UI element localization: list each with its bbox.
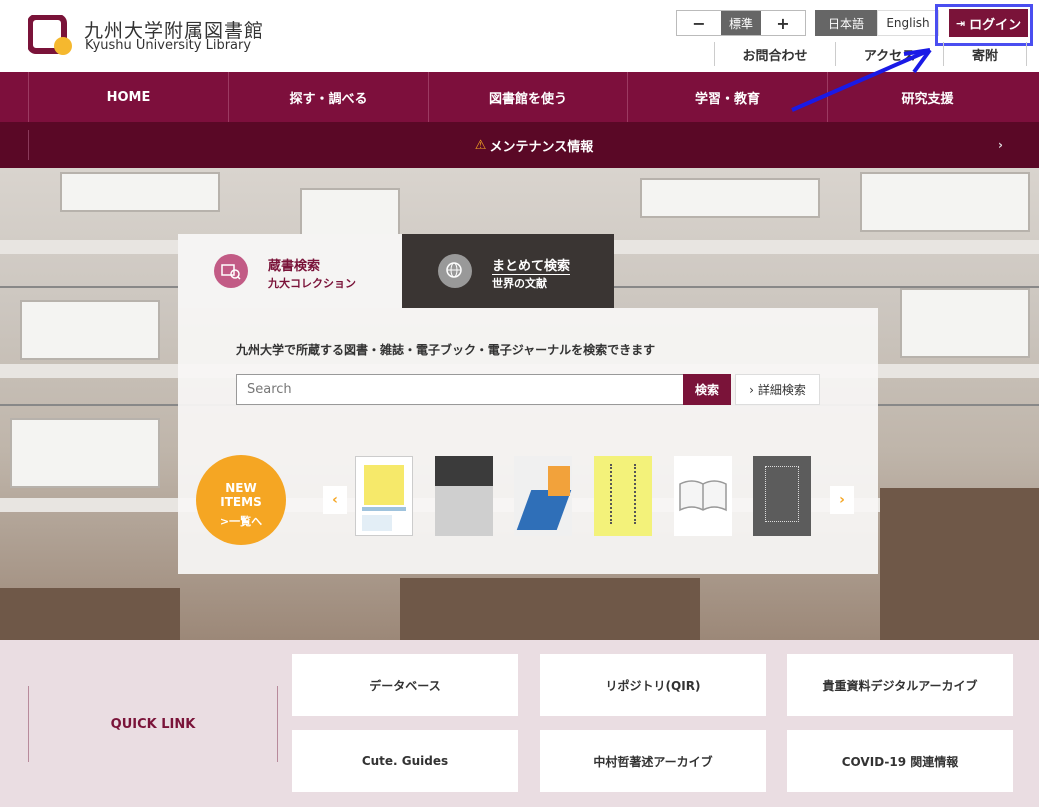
new-items-line1: NEW [225, 481, 257, 495]
advanced-search-button[interactable]: › 詳細検索 [735, 374, 820, 405]
warning-icon: ⚠ [474, 137, 487, 153]
book-placeholder-icon[interactable] [674, 456, 732, 536]
nav-search[interactable]: 探す・調べる [228, 72, 428, 122]
tab-catalog-search[interactable]: 蔵書検索 九大コレクション [178, 234, 402, 308]
new-items-list-link[interactable]: >一覧へ [196, 513, 286, 529]
search-input[interactable] [236, 374, 684, 405]
logo-title-en[interactable]: Kyushu University Library [85, 38, 251, 53]
annotation-arrow-icon [791, 48, 932, 112]
nav-use-library[interactable]: 図書館を使う [428, 72, 627, 122]
maintenance-label: メンテナンス情報 [489, 139, 594, 155]
search-button[interactable]: 検索 [683, 374, 731, 405]
language-switcher: 日本語 English [815, 10, 939, 36]
carousel-next-button[interactable]: › [830, 486, 854, 514]
search-description: 九州大学で所蔵する図書・雑誌・電子ブック・電子ジャーナルを検索できます [236, 343, 656, 357]
globe-search-icon [438, 254, 472, 288]
tab-catalog-subtitle: 九大コレクション [268, 277, 356, 290]
font-size-decrease-button[interactable]: − [677, 11, 721, 35]
quick-link-nakamura-archive[interactable]: 中村哲著述アーカイブ [540, 730, 766, 792]
lang-japanese-button[interactable]: 日本語 [815, 10, 877, 36]
book-cover[interactable] [594, 456, 652, 536]
quick-link-covid19[interactable]: COVID-19 関連情報 [787, 730, 1013, 792]
quick-link-digital-archive[interactable]: 貴重資料デジタルアーカイブ [787, 654, 1013, 716]
chevron-right-icon: › [998, 138, 1003, 152]
login-label: ログイン [969, 17, 1022, 33]
tab-discovery-subtitle: 世界の文献 [492, 277, 547, 290]
tab-catalog-title: 蔵書検索 [268, 259, 321, 274]
quick-link-repository[interactable]: リポジトリ(QIR) [540, 654, 766, 716]
maintenance-link[interactable]: ⚠ メンテナンス情報 › [28, 130, 1039, 160]
book-cover[interactable] [355, 456, 413, 536]
quick-link-label: QUICK LINK [28, 686, 278, 762]
font-size-increase-button[interactable]: + [761, 11, 805, 35]
book-cover[interactable] [753, 456, 811, 536]
maintenance-bar: ⚠ メンテナンス情報 › [0, 122, 1039, 168]
library-logo-icon[interactable] [28, 15, 72, 55]
login-button[interactable]: ⇥ ログイン [949, 9, 1028, 37]
quick-link-cute-guides[interactable]: Cute. Guides [292, 730, 518, 792]
font-size-standard-button[interactable]: 標準 [721, 11, 761, 35]
search-tabs: 蔵書検索 九大コレクション まとめて検索 世界の文献 [178, 234, 614, 308]
new-items-line2: ITEMS [220, 495, 262, 509]
font-size-controls: − 標準 + [676, 10, 806, 36]
new-items-badge[interactable]: NEW ITEMS >一覧へ [196, 455, 286, 545]
nav-home[interactable]: HOME [28, 72, 228, 122]
tab-discovery-title: まとめて検索 [492, 255, 571, 275]
book-cover[interactable] [435, 456, 493, 536]
quick-link-database[interactable]: データベース [292, 654, 518, 716]
advanced-search-label: 詳細検索 [757, 383, 806, 397]
carousel-prev-button[interactable]: ‹ [323, 486, 347, 514]
lang-english-button[interactable]: English [877, 10, 939, 36]
book-cover[interactable] [514, 456, 572, 536]
quick-link-section: QUICK LINK データベース リポジトリ(QIR) 貴重資料デジタルアーカ… [0, 640, 1039, 807]
login-icon: ⇥ [955, 16, 966, 30]
tab-discovery-search[interactable]: まとめて検索 世界の文献 [402, 234, 614, 308]
chevron-right-icon: › [749, 382, 754, 397]
donation-link[interactable]: 寄附 [943, 42, 1027, 66]
catalog-search-icon [214, 254, 248, 288]
